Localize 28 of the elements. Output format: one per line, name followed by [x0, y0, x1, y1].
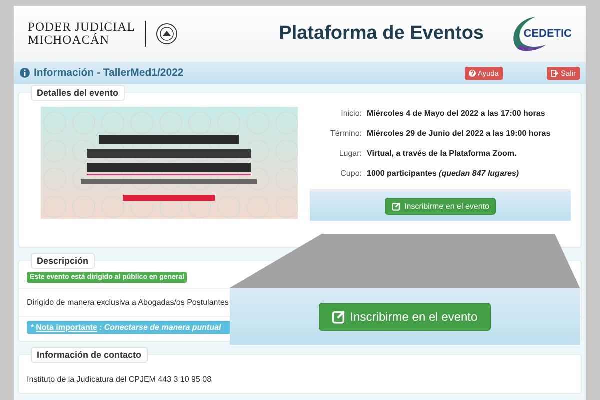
register-button[interactable]: Inscribirme en el evento: [319, 302, 491, 330]
logo-text: CEDETIC: [524, 28, 572, 40]
info-icon: [20, 68, 30, 78]
field-value: Miércoles 4 de Mayo del 2022 a las 17:00 horas: [367, 109, 546, 118]
field-label: Término:: [329, 129, 362, 138]
field-value: Virtual, a través de la Plataforma Zoom.: [367, 149, 518, 158]
help-icon: [468, 70, 476, 76]
field-label: Lugar:: [338, 149, 362, 158]
page-title: Plataforma de Eventos: [279, 23, 484, 45]
note-marker: *: [31, 323, 34, 332]
note-link[interactable]: Nota importante: [36, 323, 98, 332]
section-title: Información - TallerMed1/2022: [34, 67, 184, 79]
logo-text: PODER JUDICIAL MICHOACÁN: [28, 21, 136, 47]
section-legend: Descripción: [31, 253, 95, 269]
contact-text: Instituto de la Judicatura del CPJEM 443 3 10 95 08: [27, 375, 212, 384]
edit-icon: [392, 202, 401, 210]
description-text: Dirigido de manera exclusiva a Abogadas/os Postulantes: [27, 298, 229, 307]
register-button[interactable]: Inscribirme en el evento: [384, 198, 496, 214]
section-legend: Información de contacto: [31, 347, 148, 363]
section-legend: Detalles del evento: [31, 85, 125, 101]
note-text: : Conectarse de manera puntual: [99, 323, 222, 332]
exit-icon: [550, 70, 559, 76]
field-label: Inicio:: [340, 109, 362, 118]
edit-icon: [332, 310, 346, 324]
field-value: 1000 participantes (quedan 847 lugares): [367, 169, 520, 178]
field-value: Miércoles 29 de Junio del 2022 a las 19:00 horas: [367, 129, 552, 138]
field-label: Cupo:: [340, 169, 362, 178]
seal-icon: [156, 23, 178, 45]
